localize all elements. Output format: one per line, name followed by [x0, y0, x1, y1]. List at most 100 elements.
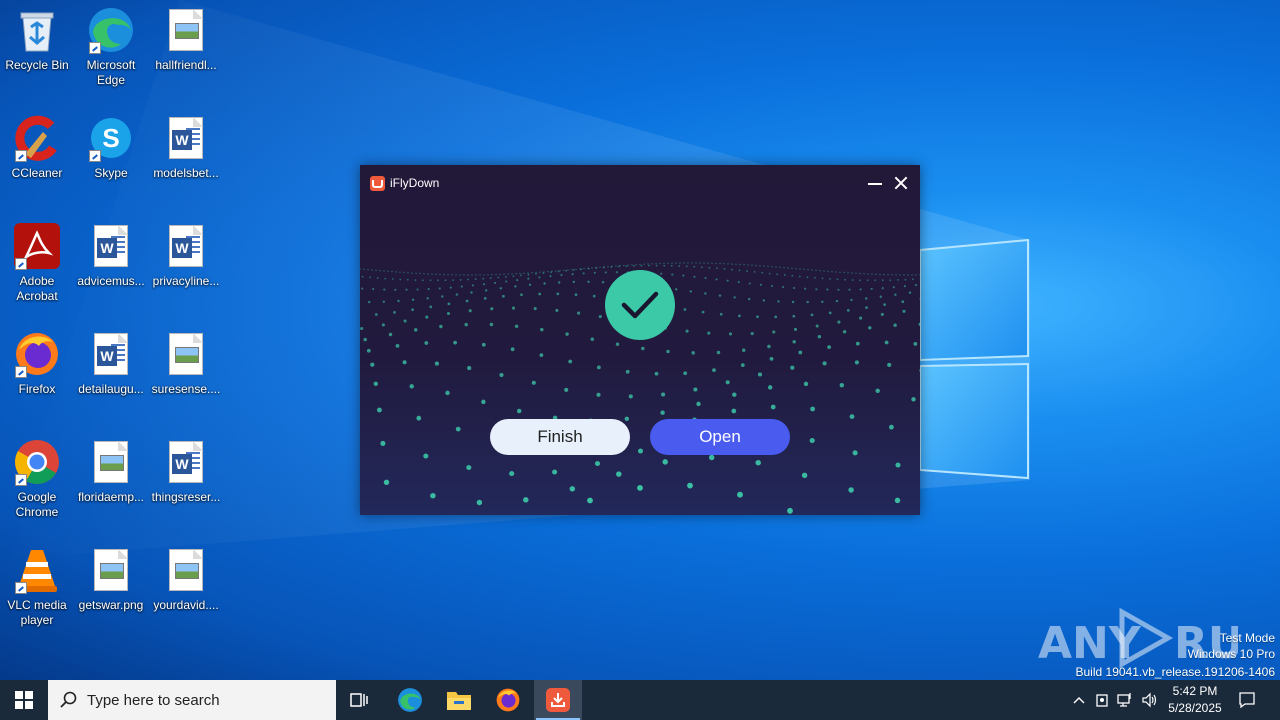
- task-view-button[interactable]: [336, 680, 384, 720]
- svg-text:S: S: [102, 123, 119, 153]
- desktop-icon-label: Microsoft Edge: [86, 58, 136, 87]
- desktop-icon-label: Recycle Bin: [5, 58, 69, 72]
- iflydown-dialog: iFlyDown Finish Open: [360, 165, 920, 515]
- desktop-icon-label: suresense....: [151, 382, 221, 396]
- shortcut-arrow-icon: [89, 150, 101, 162]
- firefox-icon: [496, 688, 520, 712]
- clock-time: 5:42 PM: [1172, 684, 1218, 698]
- dialog-title: iFlyDown: [390, 176, 440, 190]
- iflydown-logo-icon: [370, 176, 385, 191]
- tray-clock[interactable]: 5:42 PM 5/28/2025: [1162, 683, 1228, 717]
- desktop-icon-label: advicemus...: [77, 274, 145, 288]
- finish-button[interactable]: Finish: [490, 419, 630, 455]
- desktop-icon-suresense[interactable]: suresense....: [148, 330, 224, 397]
- volume-icon: [1142, 692, 1157, 708]
- desktop-icon-label: floridaemp...: [77, 490, 145, 504]
- ccleaner-icon: [13, 114, 61, 162]
- chrome-icon: [13, 438, 61, 486]
- search-icon: [60, 691, 77, 708]
- watermark-test-mode: Test Mode: [1219, 631, 1275, 645]
- desktop-icon-advicemus[interactable]: W advicemus...: [73, 222, 149, 289]
- desktop-icon-modelsbet[interactable]: W modelsbet...: [148, 114, 224, 181]
- search-placeholder: Type here to search: [87, 691, 220, 709]
- desktop-icon-microsoft-edge[interactable]: Microsoft Edge: [73, 6, 149, 88]
- image-file-icon: [87, 546, 135, 594]
- shortcut-arrow-icon: [15, 150, 27, 162]
- notification-icon: [1239, 692, 1255, 709]
- desktop-icon-thingsreser[interactable]: W thingsreser...: [148, 438, 224, 505]
- desktop-icon-label: CCleaner: [11, 166, 63, 180]
- desktop-icon-label: privacyline...: [152, 274, 220, 288]
- desktop-icon-google-chrome[interactable]: Google Chrome: [0, 438, 75, 520]
- shortcut-arrow-icon: [15, 366, 27, 378]
- desktop-icon-label: detailaugu...: [78, 382, 144, 396]
- word-doc-icon: W: [87, 222, 135, 270]
- taskbar: Type here to search 5:42 PM 5/28/2025: [0, 680, 1280, 720]
- iflydown-icon: [546, 688, 570, 712]
- network-icon: [1117, 693, 1131, 707]
- shortcut-arrow-icon: [89, 42, 101, 54]
- open-button[interactable]: Open: [650, 419, 790, 455]
- edge-icon: [398, 688, 422, 712]
- taskbar-iflydown[interactable]: [534, 680, 582, 720]
- desktop-icon-recycle-bin[interactable]: Recycle Bin: [0, 6, 75, 73]
- skype-icon: S: [87, 114, 135, 162]
- desktop-icon-label: hallfriendl...: [155, 58, 217, 72]
- clock-date: 5/28/2025: [1168, 701, 1222, 715]
- desktop-icon-hallfriendl[interactable]: hallfriendl...: [148, 6, 224, 73]
- desktop-icon-label: Google Chrome: [15, 490, 59, 519]
- taskbar-file-explorer[interactable]: [435, 680, 483, 720]
- desktop-icon-vlc[interactable]: VLC media player: [0, 546, 75, 628]
- taskbar-edge[interactable]: [386, 680, 434, 720]
- shortcut-arrow-icon: [15, 258, 27, 270]
- desktop-icon-getswar[interactable]: getswar.png: [73, 546, 149, 613]
- folder-icon: [447, 692, 471, 710]
- chevron-up-icon: [1073, 697, 1085, 704]
- tray-network[interactable]: [1117, 690, 1135, 710]
- shortcut-arrow-icon: [15, 474, 27, 486]
- desktop-icon-label: yourdavid....: [153, 598, 219, 612]
- tray-volume[interactable]: [1141, 690, 1159, 710]
- desktop-icon-label: thingsreser...: [151, 490, 221, 504]
- desktop-icon-firefox[interactable]: Firefox: [0, 330, 75, 397]
- particle-wave-decoration: [360, 262, 920, 514]
- word-doc-icon: W: [162, 438, 210, 486]
- desktop-icon-floridaemp[interactable]: floridaemp...: [73, 438, 149, 505]
- taskbar-firefox[interactable]: [484, 680, 532, 720]
- desktop-icon-detailaugu[interactable]: W detailaugu...: [73, 330, 149, 397]
- desktop-icon-adobe-acrobat[interactable]: Adobe Acrobat: [0, 222, 75, 304]
- taskbar-search-box[interactable]: Type here to search: [48, 680, 336, 720]
- word-doc-icon: W: [162, 222, 210, 270]
- desktop-icon-label: Skype: [94, 166, 128, 180]
- desktop-icon-yourdavid[interactable]: yourdavid....: [148, 546, 224, 613]
- dialog-title-bar[interactable]: iFlyDown: [360, 165, 920, 201]
- firefox-icon: [13, 330, 61, 378]
- device-icon: [1096, 694, 1108, 707]
- word-doc-icon: W: [162, 114, 210, 162]
- image-file-icon: [162, 6, 210, 54]
- task-view-icon: [350, 693, 368, 707]
- desktop-icon-ccleaner[interactable]: CCleaner: [0, 114, 75, 181]
- edge-icon: [87, 6, 135, 54]
- desktop-icon-label: Adobe Acrobat: [16, 274, 58, 303]
- minimize-button[interactable]: [866, 173, 884, 193]
- tray-meet-now[interactable]: [1094, 690, 1112, 710]
- show-hidden-icons-button[interactable]: [1070, 690, 1088, 710]
- desktop-icon-privacyline[interactable]: W privacyline...: [148, 222, 224, 289]
- vlc-icon: [13, 546, 61, 594]
- watermark-build: Build 19041.vb_release.191206-1406: [1075, 665, 1276, 679]
- success-check-icon: [605, 270, 675, 340]
- watermark-edition: Windows 10 Pro: [1187, 647, 1275, 661]
- close-button[interactable]: [891, 173, 911, 193]
- desktop-icon-label: getswar.png: [78, 598, 144, 612]
- recycle-bin-icon: [13, 6, 61, 54]
- windows-start-icon: [15, 691, 33, 709]
- desktop-icon-skype[interactable]: S Skype: [73, 114, 149, 181]
- desktop-icon-label: modelsbet...: [153, 166, 219, 180]
- shortcut-arrow-icon: [15, 582, 27, 594]
- start-button[interactable]: [0, 680, 48, 720]
- action-center-button[interactable]: [1238, 690, 1256, 710]
- desktop-icon-label: VLC media player: [7, 598, 67, 627]
- image-file-icon: [87, 438, 135, 486]
- acrobat-icon: [13, 222, 61, 270]
